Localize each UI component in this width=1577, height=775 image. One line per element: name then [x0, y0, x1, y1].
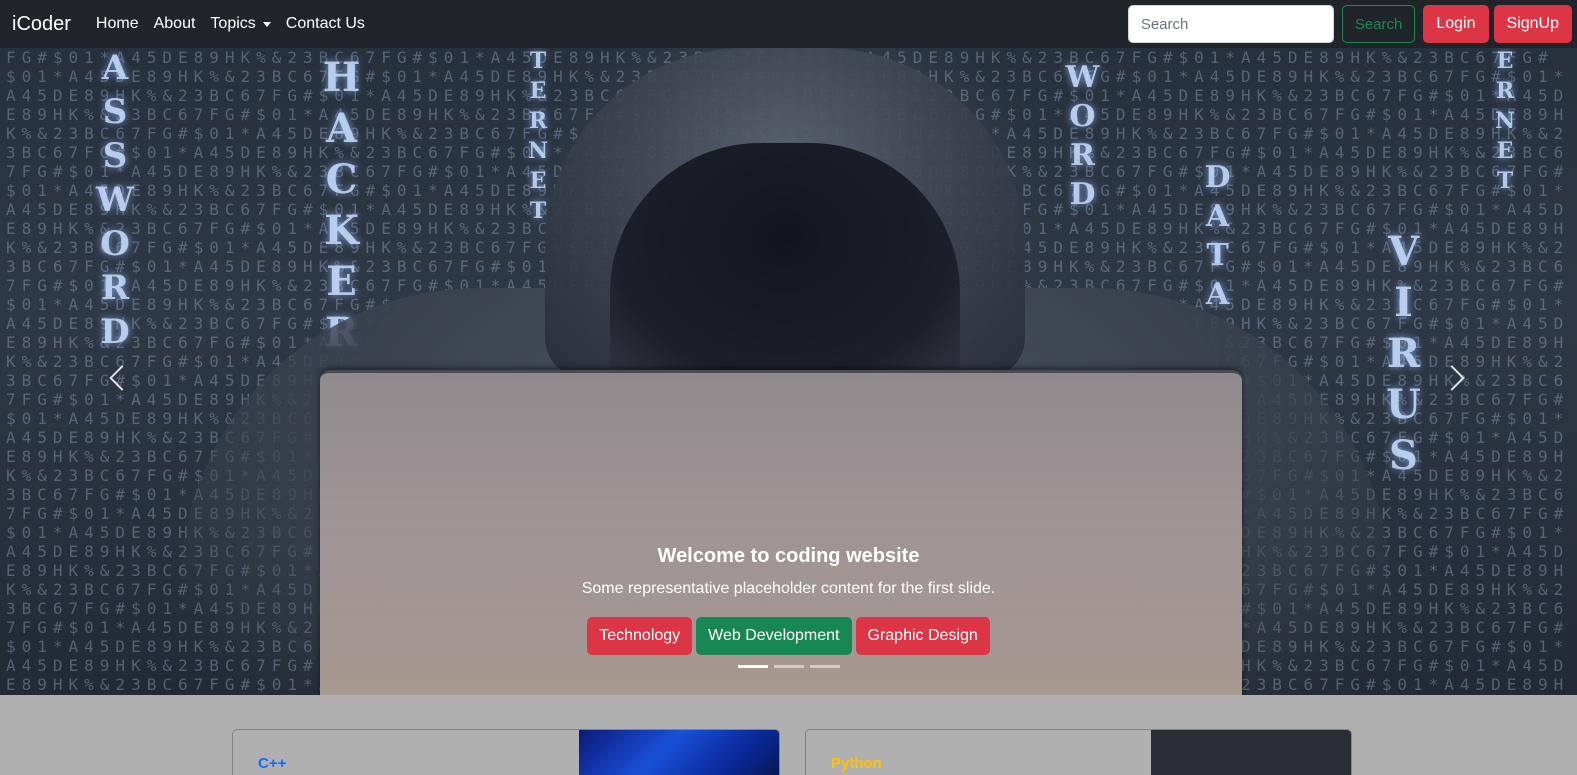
card-thumbnail [1151, 730, 1351, 775]
nav-link-home[interactable]: Home [96, 15, 139, 33]
nav-link-about[interactable]: About [154, 15, 196, 33]
background-word: WORD [1065, 60, 1100, 216]
caret-down-icon [262, 21, 271, 27]
card-category[interactable]: C++ [258, 755, 286, 772]
background-word: ASSWORD [95, 48, 135, 356]
background-word: ERNET [1492, 48, 1518, 198]
hacker-face-shadow [610, 143, 960, 383]
web-development-button[interactable]: Web Development [696, 617, 852, 655]
background-word: DATA [1200, 160, 1235, 316]
article-card-cpp: C++ [232, 729, 780, 775]
nav-link-contact[interactable]: Contact Us [286, 15, 365, 33]
hero-carousel: FG#$01*A45DE89HK%&23BC67FG#$01*A45DE89HK… [0, 48, 1577, 695]
nav-links: Home About Topics Contact Us [96, 15, 380, 33]
slide-title: Welcome to coding website [657, 545, 920, 567]
brand-logo[interactable]: iCoder [12, 13, 71, 36]
carousel-indicators [0, 665, 1577, 668]
background-word: VIRUS [1380, 228, 1427, 483]
article-card-python: Python [805, 729, 1352, 775]
slide-text: Some representative placeholder content … [581, 580, 996, 597]
signup-button[interactable]: SignUp [1493, 5, 1572, 43]
search-input[interactable] [1127, 5, 1334, 43]
navbar: iCoder Home About Topics Contact Us Sear… [0, 0, 1577, 48]
carousel-prev-control[interactable] [88, 338, 148, 418]
carousel-next-control[interactable] [1426, 338, 1486, 418]
nav-actions: Search Login SignUp [1127, 0, 1577, 48]
card-category[interactable]: Python [831, 755, 882, 772]
graphic-design-button[interactable]: Graphic Design [855, 617, 990, 655]
nav-dropdown-topics[interactable]: Topics [210, 15, 271, 33]
background-word: TERNET [525, 48, 551, 228]
card-thumbnail [579, 730, 779, 775]
carousel-indicator[interactable] [737, 665, 768, 668]
carousel-indicator[interactable] [773, 665, 804, 668]
slide-buttons: Technology Web Development Graphic Desig… [0, 617, 1577, 655]
chevron-right-icon [1439, 365, 1465, 391]
login-button[interactable]: Login [1423, 5, 1489, 43]
nav-link-topics-label: Topics [210, 15, 256, 32]
carousel-indicator[interactable] [809, 665, 840, 668]
chevron-left-icon [109, 365, 135, 391]
search-button[interactable]: Search [1341, 5, 1416, 43]
technology-button[interactable]: Technology [587, 617, 693, 655]
